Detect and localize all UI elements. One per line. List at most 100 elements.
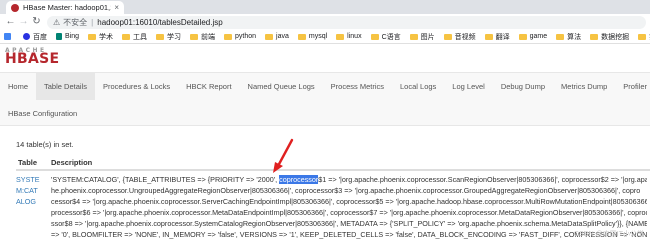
close-tab-icon[interactable]: × <box>114 3 119 12</box>
nav-item-hbase-configuration[interactable]: HBase Configuration <box>0 100 85 127</box>
bookmark-label: 翻译 <box>495 33 510 41</box>
bookmark-item[interactable]: 学习 <box>156 32 181 42</box>
folder-icon <box>88 33 97 40</box>
bookmark-label: C语言 <box>381 33 401 41</box>
url-separator: | <box>91 17 94 27</box>
bookmark-item[interactable]: mysql <box>297 33 328 40</box>
nav-item-hbck-report[interactable]: HBCK Report <box>178 73 239 100</box>
bookmark-label: 学习 <box>167 33 182 41</box>
nav-item-debug-dump[interactable]: Debug Dump <box>493 73 553 100</box>
bookmark-item[interactable]: C语言 <box>370 32 401 42</box>
url-text[interactable]: hadoop01:16010/tablesDetailed.jsp <box>97 18 222 27</box>
bookmark-item[interactable]: 图片 <box>409 32 435 42</box>
navbar-row-1: Home Table Details Procedures & Locks HBCK … <box>0 73 650 100</box>
nav-item-profiler[interactable]: Profiler <box>615 73 650 100</box>
red-arrow-annotation-icon <box>273 138 294 173</box>
table-header: Table Description <box>16 153 650 171</box>
nav-item-metrics-dump[interactable]: Metrics Dump <box>553 73 615 100</box>
folder-icon <box>336 33 345 40</box>
bookmark-item[interactable]: java <box>265 33 289 40</box>
bookmark-item[interactable]: 实习 <box>638 32 650 42</box>
bookmarks-bar: 百度 Bing 学术 工具 学习 前端 python java mysql linux C语言 图片 音… <box>0 30 650 44</box>
hbase-navbar: Home Table Details Procedures & Locks HBCK … <box>0 72 650 126</box>
nav-item-procedures-locks[interactable]: Procedures & Locks <box>95 73 178 100</box>
hbase-favicon-icon <box>11 3 19 12</box>
folder-icon <box>265 33 274 40</box>
table-name-link[interactable]: SYSTE M:CAT ALOG <box>16 174 46 207</box>
bookmark-item[interactable]: 数据挖掘 <box>590 32 629 42</box>
table-name-line[interactable]: ALOG <box>16 196 46 207</box>
folder-icon <box>297 33 306 40</box>
description-text: 'SYSTEM:CATALOG', {TABLE_ATTRIBUTES => {… <box>51 175 280 184</box>
nav-item-table-details[interactable]: Table Details <box>36 73 95 100</box>
bookmark-label: 数据挖掘 <box>601 33 630 41</box>
bookmark-item[interactable]: 百度 <box>23 32 47 42</box>
bookmark-item[interactable]: 算法 <box>556 32 581 42</box>
folder-icon <box>518 33 527 40</box>
bookmark-label: 音视频 <box>454 33 476 41</box>
nav-item-named-queue-logs[interactable]: Named Queue Logs <box>240 73 323 100</box>
nav-item-home[interactable]: Home <box>0 73 36 100</box>
bookmark-item[interactable] <box>4 33 14 40</box>
description-line: processor$6 => '|org.apache.phoenix.copr… <box>51 207 647 218</box>
bing-icon <box>56 33 62 40</box>
description-text: ssor$8 => '|org.apache.phoenix.coprocess… <box>51 219 647 228</box>
browser-tab-strip: HBase Master: hadoop01,1601 × <box>0 0 650 14</box>
tab-title: HBase Master: hadoop01,1601 <box>23 3 111 12</box>
table-name-line[interactable]: M:CAT <box>16 185 46 196</box>
bookmark-label: linux <box>347 33 362 40</box>
logo-hbase-text: HBASE <box>5 51 60 67</box>
description-text: cessor$4 => '|org.apache.phoenix.coproce… <box>51 197 647 206</box>
apps-icon <box>4 33 11 40</box>
folder-icon <box>370 33 379 40</box>
description-line: he.phoenix.coprocessor.UngroupedAggregat… <box>51 185 647 196</box>
reload-icon[interactable]: ↻ <box>30 14 43 30</box>
hbase-logo[interactable]: APACHE HBASE <box>5 47 61 67</box>
warning-icon[interactable]: ⚠ <box>53 18 60 27</box>
bookmark-label: Bing <box>65 33 80 40</box>
table-count: 14 table(s) in set. <box>16 140 74 149</box>
description-text: $1 => '|org.apache.phoenix.coprocessor.S… <box>318 175 647 184</box>
column-header-table: Table <box>18 158 38 167</box>
bookmark-label: java <box>276 33 289 40</box>
bookmark-item[interactable]: python <box>224 33 256 40</box>
baidu-icon <box>23 33 30 40</box>
description-line: 'SYSTEM:CATALOG', {TABLE_ATTRIBUTES => {… <box>51 174 647 185</box>
watermark: CSDN @中国IT小公举 <box>573 231 644 238</box>
forward-arrow-icon[interactable]: → <box>17 14 30 30</box>
table-name-line[interactable]: SYSTE <box>16 174 46 185</box>
bookmark-label: mysql <box>308 33 328 40</box>
insecure-label[interactable]: 不安全 <box>63 17 87 28</box>
folder-icon <box>190 33 199 40</box>
bookmark-item[interactable]: 翻译 <box>484 32 510 42</box>
description-line: => '0', BLOOMFILTER => 'NONE', IN_MEMORY… <box>51 229 647 240</box>
description-text: => '0', BLOOMFILTER => 'NONE', IN_MEMORY… <box>51 230 647 239</box>
back-arrow-icon[interactable]: ← <box>4 14 17 30</box>
bookmark-label: python <box>235 33 257 40</box>
selected-text-highlight: coprocessor <box>279 175 319 184</box>
description-line: ssor$8 => '|org.apache.phoenix.coprocess… <box>51 218 647 229</box>
bookmark-label: 图片 <box>420 33 435 41</box>
bookmark-item[interactable]: 音视频 <box>443 32 476 42</box>
bookmark-label: 算法 <box>567 33 582 41</box>
nav-item-log-level[interactable]: Log Level <box>444 73 493 100</box>
folder-icon <box>443 33 452 40</box>
nav-item-process-metrics[interactable]: Process Metrics <box>323 73 392 100</box>
bookmark-label: 前端 <box>201 33 216 41</box>
folder-icon <box>224 33 233 40</box>
bookmark-item[interactable]: linux <box>336 33 362 40</box>
bookmark-item[interactable]: Bing <box>56 33 79 40</box>
bookmark-item[interactable]: 工具 <box>122 32 147 42</box>
folder-icon <box>484 33 493 40</box>
description-line: cessor$4 => '|org.apache.phoenix.coproce… <box>51 196 647 207</box>
url-input[interactable]: ⚠ 不安全 | hadoop01:16010/tablesDetailed.js… <box>47 15 646 29</box>
bookmark-label: 百度 <box>33 33 47 41</box>
browser-tab[interactable]: HBase Master: hadoop01,1601 × <box>6 1 124 14</box>
bookmark-item[interactable]: game <box>518 33 547 40</box>
bookmark-item[interactable]: 学术 <box>88 32 113 42</box>
nav-item-local-logs[interactable]: Local Logs <box>392 73 444 100</box>
column-header-description: Description <box>51 158 93 167</box>
bookmark-item[interactable]: 前端 <box>190 32 215 42</box>
table-description: 'SYSTEM:CATALOG', {TABLE_ATTRIBUTES => {… <box>51 174 647 242</box>
folder-icon <box>590 33 599 40</box>
